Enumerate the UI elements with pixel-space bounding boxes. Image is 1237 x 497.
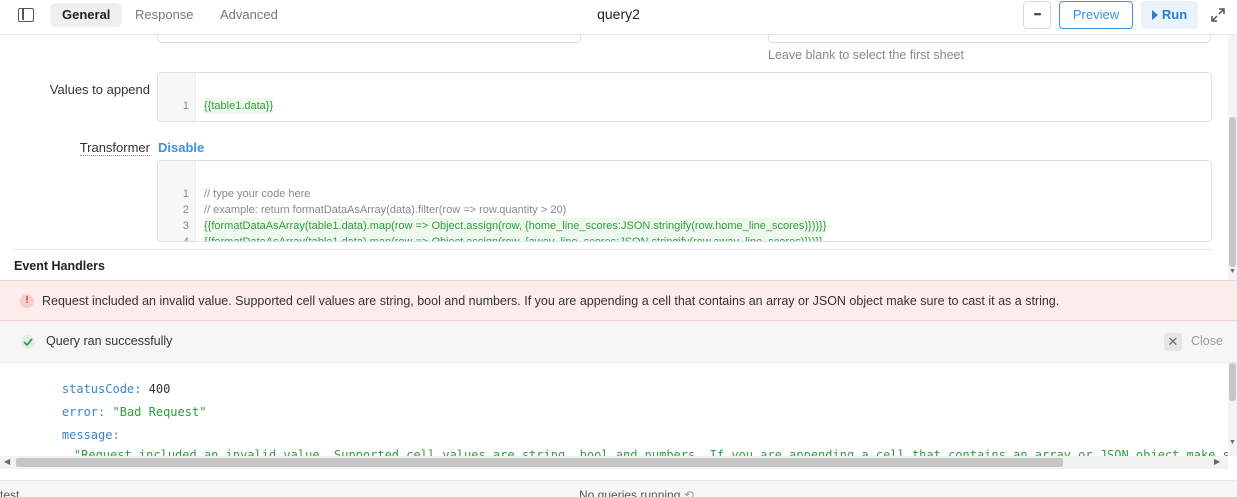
error-message: Request included an invalid value. Suppo…: [42, 294, 1060, 308]
spreadsheet-field[interactable]: [157, 35, 581, 43]
sidebar-toggle-icon[interactable]: [18, 8, 34, 22]
values-to-append-editor[interactable]: 1 {{table1.data}}: [157, 72, 1212, 122]
alert-icon: !: [20, 294, 34, 308]
response-message-value: "Request included an invalid value. Supp…: [73, 448, 1237, 456]
horizontal-scrollbar-thumb[interactable]: [16, 458, 1063, 467]
values-to-append-label: Values to append: [49, 82, 150, 97]
event-handlers-heading[interactable]: Event Handlers: [14, 259, 105, 273]
query-form: Leave blank to select the first sheet Va…: [0, 35, 1237, 280]
section-divider: [14, 249, 1212, 250]
refresh-icon: ⟲: [683, 488, 694, 497]
code-line: 3 {{formatDataAsArray(table1.data).map(ro…: [182, 218, 827, 234]
status-left-text: test: [0, 488, 20, 497]
query-result-bar: Query ran successfully ✕ Close: [0, 321, 1237, 363]
scroll-down-arrow-icon[interactable]: ▼: [1229, 439, 1236, 446]
status-bar: test No queries running ⟲: [0, 480, 1237, 497]
scroll-left-arrow-icon[interactable]: ◀: [4, 457, 10, 466]
tab-general[interactable]: General: [50, 3, 123, 27]
close-icon[interactable]: ✕: [1164, 333, 1182, 351]
more-options-button[interactable]: •••: [1023, 1, 1051, 29]
queries-status: No queries running ⟲: [579, 488, 694, 497]
code-line: 1// type your code here: [182, 188, 311, 200]
sheet-name-hint: Leave blank to select the first sheet: [768, 48, 964, 62]
check-circle-icon: [21, 335, 35, 349]
success-message: Query ran successfully: [46, 334, 173, 348]
code-line: 4 {{formatDataAsArray(table1.data).map(ro…: [158, 218, 1211, 241]
code-line: 2// example: return formatDataAsArray(da…: [182, 204, 567, 216]
sheet-name-field[interactable]: [768, 35, 1211, 43]
preview-button[interactable]: Preview: [1059, 1, 1133, 29]
play-icon: [1151, 10, 1158, 20]
close-button[interactable]: Close: [1191, 334, 1223, 348]
disable-transformer-link[interactable]: Disable: [158, 140, 204, 155]
response-vertical-scrollbar-thumb[interactable]: [1229, 363, 1236, 401]
scroll-down-arrow-icon[interactable]: ▼: [1229, 268, 1236, 275]
transformer-editor[interactable]: 1// type your code here 2// example: ret…: [157, 160, 1212, 242]
run-button-label: Run: [1161, 7, 1188, 22]
horizontal-scrollbar[interactable]: ◀ ▶: [0, 456, 1228, 469]
response-viewer: statusCode: 400 error: "Bad Request" mes…: [0, 363, 1237, 456]
query-editor-header: General Response Advanced query2 ••• Pre…: [0, 0, 1237, 35]
code-line: 1 {{table1.data}}: [182, 98, 274, 114]
ellipsis-icon: •••: [1033, 9, 1042, 19]
run-button[interactable]: Run: [1141, 1, 1198, 29]
scroll-right-arrow-icon[interactable]: ▶: [1214, 457, 1220, 466]
expand-icon[interactable]: [1211, 8, 1225, 22]
vertical-scrollbar-thumb[interactable]: [1229, 117, 1236, 267]
error-banner: ! Request included an invalid value. Sup…: [0, 280, 1237, 321]
tab-response[interactable]: Response: [123, 3, 206, 27]
transformer-label: Transformer: [79, 140, 150, 156]
tab-advanced[interactable]: Advanced: [208, 3, 290, 27]
